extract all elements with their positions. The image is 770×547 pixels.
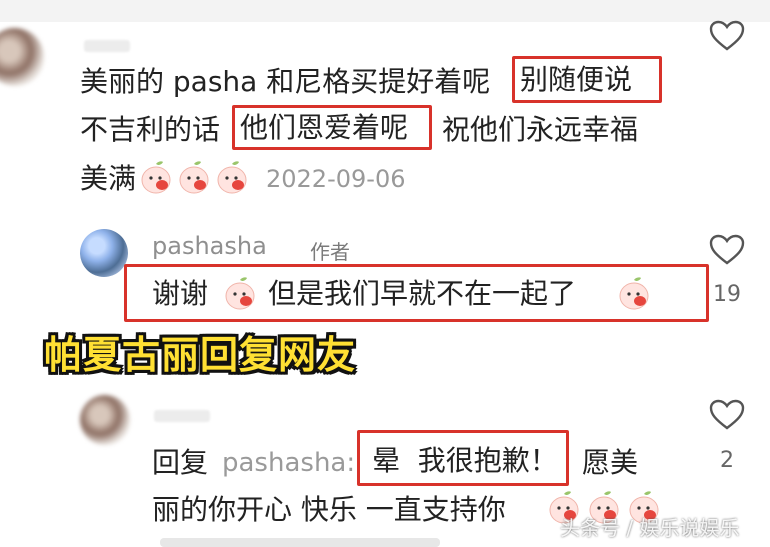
peach-face-emoji-icon	[179, 161, 209, 194]
peach-face-emoji-icon	[141, 161, 171, 194]
author-username[interactable]: pashasha	[152, 232, 267, 260]
reply-mention[interactable]: pashasha:	[222, 445, 355, 481]
username-blurred	[84, 40, 130, 52]
comment-text-line: 美满	[80, 162, 137, 195]
comment-text-line: 丽的你开心 快乐 一直支持你	[152, 493, 506, 526]
like-count: 19	[713, 282, 741, 307]
author-avatar[interactable]	[80, 229, 128, 277]
peach-face-emoji-icon	[225, 277, 255, 310]
watermark: 头条号 / 娱乐说娱乐	[560, 516, 740, 540]
author-badge: 作者	[310, 240, 350, 264]
comment-date: 2022-09-06	[266, 165, 406, 193]
like-count: 2	[720, 448, 734, 473]
video-caption: 帕夏古丽回复网友	[44, 333, 357, 377]
top-band	[0, 0, 770, 22]
reply-label: 回复	[152, 446, 209, 479]
comment-text-line: 不吉利的话	[80, 113, 221, 146]
comment-text-line: 愿美	[582, 446, 639, 479]
avatar[interactable]	[0, 28, 44, 86]
avatar[interactable]	[80, 395, 130, 445]
comment-text-line: 美丽的 pasha 和尼格买提好着呢	[80, 65, 491, 98]
peach-face-emoji-icon	[619, 277, 649, 310]
reply-text: 但是我们早就不在一起了	[268, 277, 577, 310]
reply-text: 谢谢	[152, 277, 209, 310]
heart-outline-icon[interactable]	[709, 399, 745, 431]
highlighted-text: 他们恩爱着呢	[240, 111, 409, 144]
next-comment-edge	[160, 538, 440, 547]
heart-outline-icon[interactable]	[709, 20, 745, 52]
highlighted-text: 别随便说	[520, 63, 633, 96]
comment-text-line: 祝他们永远幸福	[442, 113, 639, 146]
peach-face-emoji-icon	[217, 161, 247, 194]
heart-outline-icon[interactable]	[709, 234, 745, 266]
highlighted-text: 晕 我很抱歉！	[372, 444, 558, 477]
username-blurred	[154, 410, 210, 422]
